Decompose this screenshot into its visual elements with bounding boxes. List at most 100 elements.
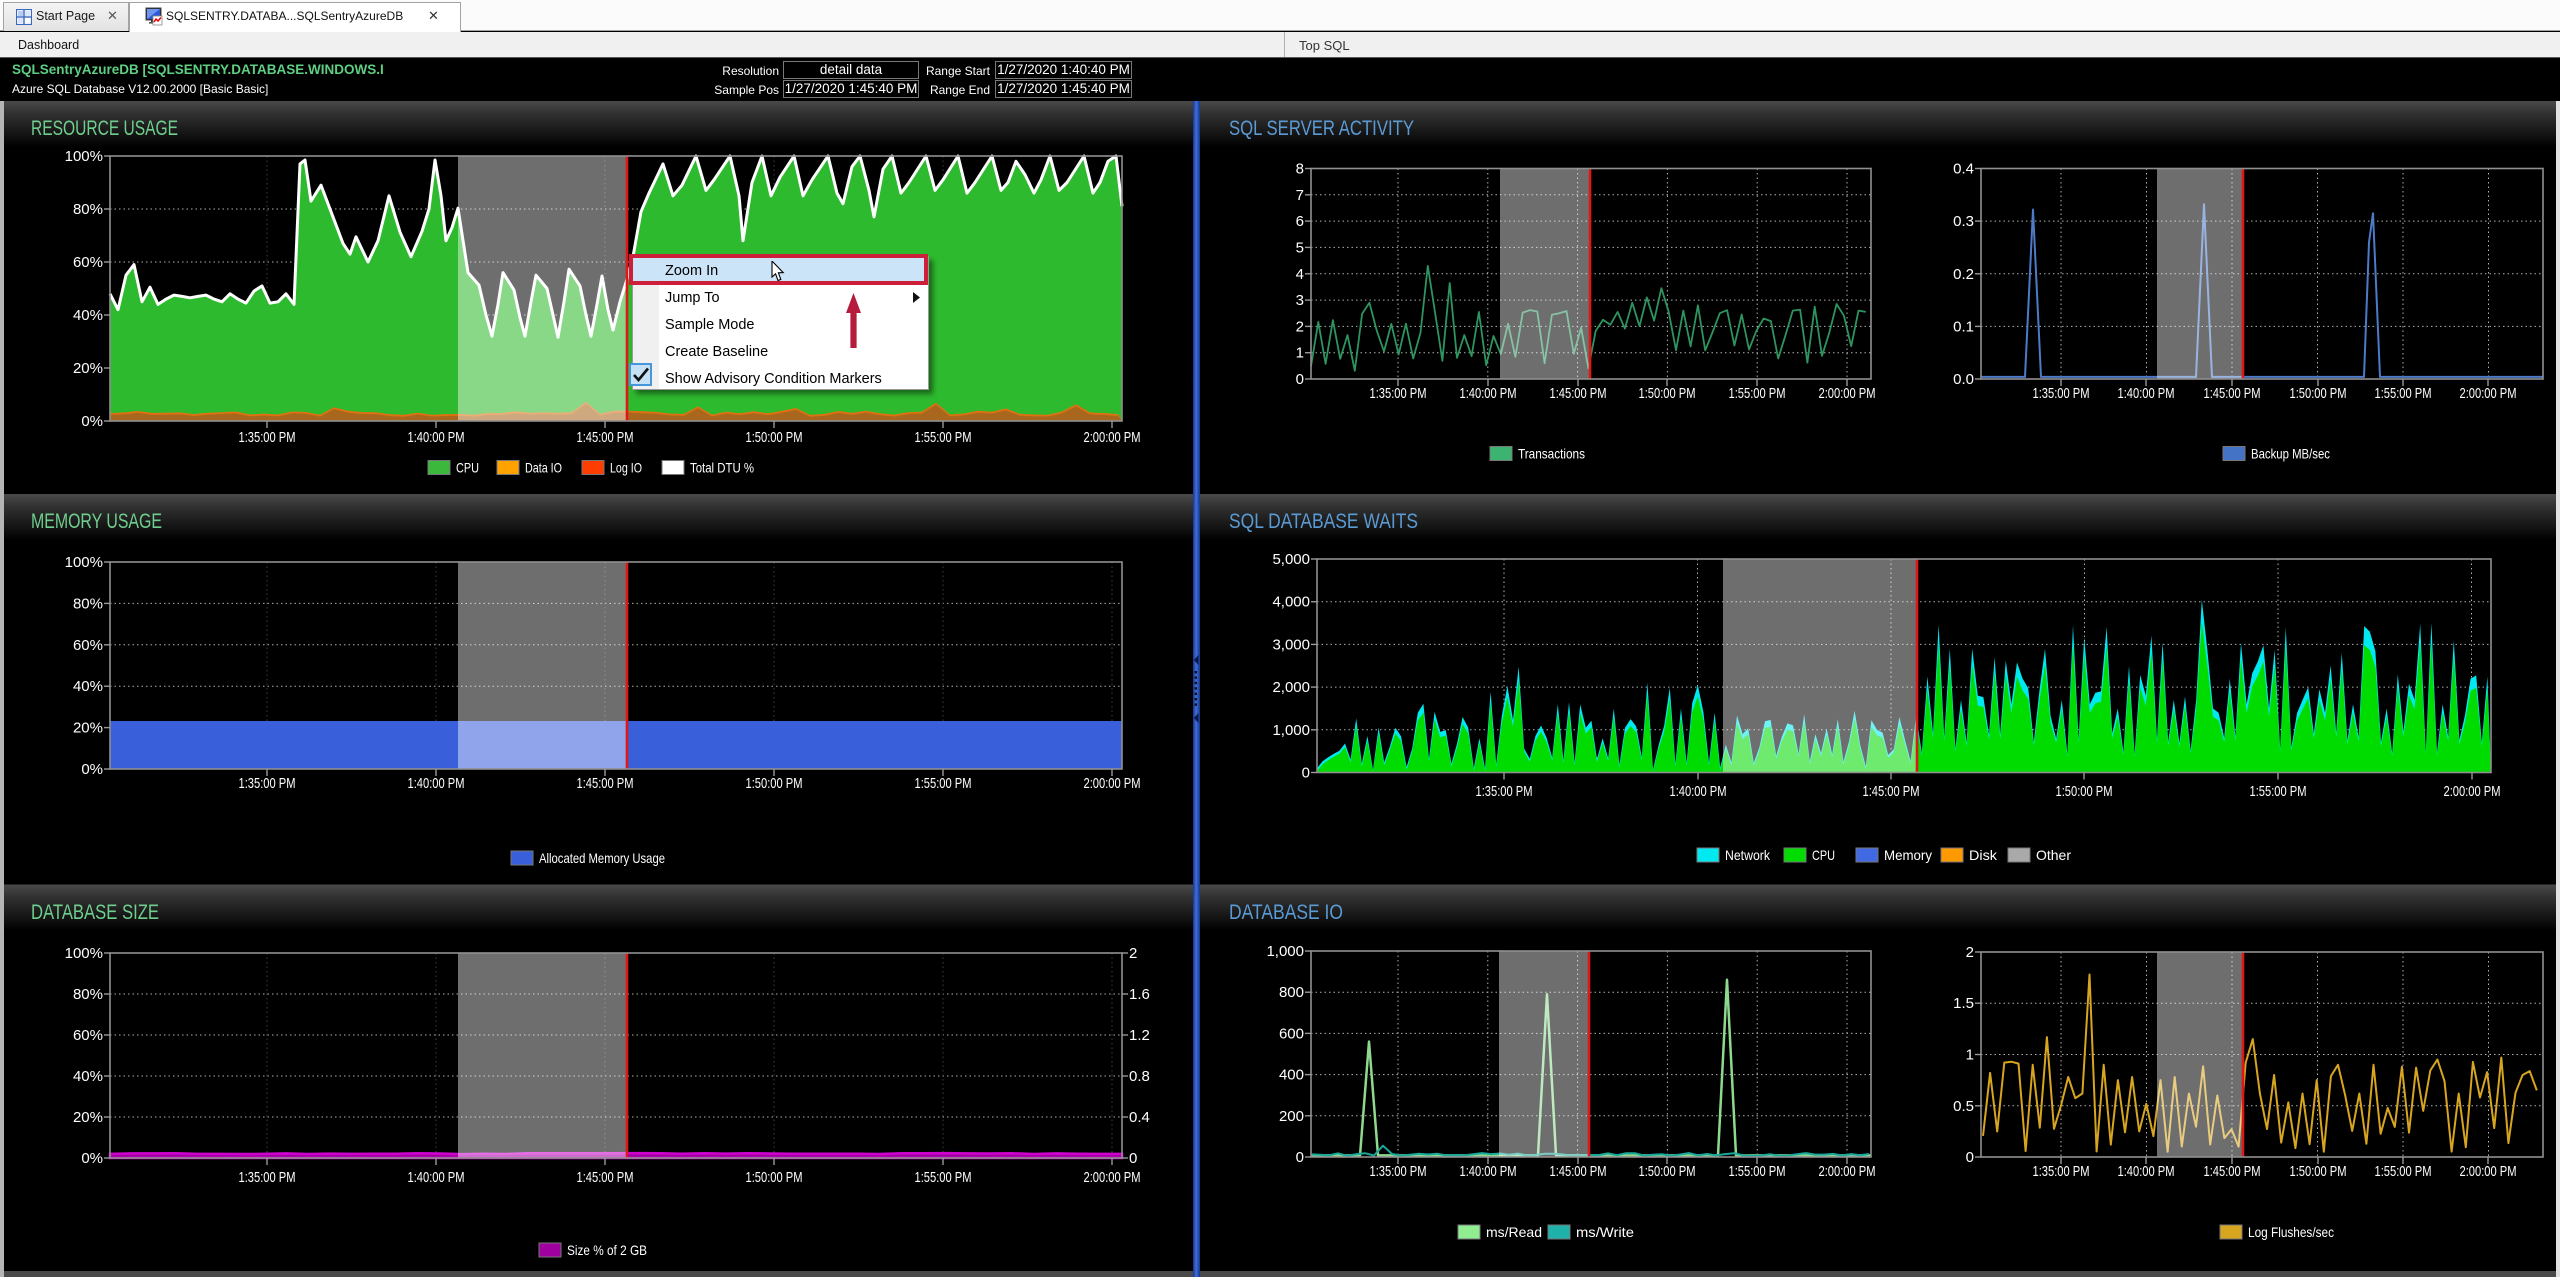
svg-text:80%: 80% [73,201,103,218]
svg-text:1:40:00 PM: 1:40:00 PM [1460,385,1517,402]
svg-text:2:00:00 PM: 2:00:00 PM [2444,783,2501,800]
svg-text:ms/Write: ms/Write [1576,1224,1634,1240]
svg-text:1:55:00 PM: 1:55:00 PM [1729,385,1786,402]
svg-text:5,000: 5,000 [1272,551,1310,568]
svg-text:1: 1 [1966,1047,1974,1064]
svg-text:1:40:00 PM: 1:40:00 PM [408,429,465,446]
svg-text:2: 2 [1966,944,1974,961]
svg-text:20%: 20% [73,1109,103,1126]
svg-text:1:50:00 PM: 1:50:00 PM [2290,385,2347,402]
svg-text:1:50:00 PM: 1:50:00 PM [2056,783,2113,800]
svg-text:Disk: Disk [1969,847,1998,863]
svg-text:6: 6 [1296,213,1304,230]
svg-text:1:40:00 PM: 1:40:00 PM [2118,385,2175,402]
svg-text:0.3: 0.3 [1953,213,1974,230]
svg-text:4: 4 [1296,266,1304,283]
svg-text:1:50:00 PM: 1:50:00 PM [1639,385,1696,402]
svg-text:Backup MB/sec: Backup MB/sec [2251,446,2330,462]
svg-text:1: 1 [1296,345,1304,362]
svg-text:1,000: 1,000 [1266,943,1304,960]
svg-text:0%: 0% [81,1150,103,1167]
svg-text:2:00:00 PM: 2:00:00 PM [1084,429,1141,446]
svg-text:2:00:00 PM: 2:00:00 PM [2460,385,2517,402]
svg-text:8: 8 [1296,161,1304,178]
svg-text:1:50:00 PM: 1:50:00 PM [2290,1163,2347,1180]
svg-text:1:35:00 PM: 1:35:00 PM [2033,385,2090,402]
svg-text:1:55:00 PM: 1:55:00 PM [915,775,972,792]
svg-text:1:50:00 PM: 1:50:00 PM [746,775,803,792]
svg-text:2:00:00 PM: 2:00:00 PM [1084,775,1141,792]
svg-text:0: 0 [1129,1150,1137,1167]
svg-text:100%: 100% [65,554,103,571]
svg-text:1:35:00 PM: 1:35:00 PM [1476,783,1533,800]
svg-text:1:45:00 PM: 1:45:00 PM [1863,783,1920,800]
svg-text:2: 2 [1296,318,1304,335]
svg-text:1:45:00 PM: 1:45:00 PM [1550,385,1607,402]
svg-text:60%: 60% [73,637,103,654]
svg-text:Other: Other [2036,847,2071,863]
svg-text:1:35:00 PM: 1:35:00 PM [1370,1163,1427,1180]
svg-text:1.6: 1.6 [1129,986,1150,1003]
svg-text:400: 400 [1279,1067,1304,1084]
svg-text:1:35:00 PM: 1:35:00 PM [2033,1163,2090,1180]
svg-text:1:35:00 PM: 1:35:00 PM [239,775,296,792]
svg-text:RESOURCE USAGE: RESOURCE USAGE [31,117,178,140]
svg-text:1.5: 1.5 [1953,995,1974,1012]
svg-text:0: 0 [1966,1149,1974,1166]
svg-text:5: 5 [1296,239,1304,256]
svg-text:0.0: 0.0 [1953,371,1974,388]
svg-text:1:50:00 PM: 1:50:00 PM [1639,1163,1696,1180]
svg-text:0: 0 [1302,765,1310,782]
svg-text:1:45:00 PM: 1:45:00 PM [577,1169,634,1186]
svg-text:1:55:00 PM: 1:55:00 PM [2250,783,2307,800]
svg-text:Log IO: Log IO [610,460,642,476]
svg-text:2:00:00 PM: 2:00:00 PM [2460,1163,2517,1180]
svg-text:1:45:00 PM: 1:45:00 PM [1550,1163,1607,1180]
svg-text:1:55:00 PM: 1:55:00 PM [2375,385,2432,402]
svg-text:3: 3 [1296,292,1304,309]
svg-text:7: 7 [1296,187,1304,204]
svg-text:0: 0 [1296,1149,1304,1166]
svg-text:60%: 60% [73,254,103,271]
svg-text:1:45:00 PM: 1:45:00 PM [2204,385,2261,402]
svg-text:MEMORY USAGE: MEMORY USAGE [31,510,162,533]
svg-text:1:50:00 PM: 1:50:00 PM [746,429,803,446]
svg-text:1:55:00 PM: 1:55:00 PM [915,1169,972,1186]
svg-text:1:40:00 PM: 1:40:00 PM [408,1169,465,1186]
svg-text:60%: 60% [73,1027,103,1044]
svg-text:1:35:00 PM: 1:35:00 PM [1370,385,1427,402]
svg-text:2,000: 2,000 [1272,679,1310,696]
svg-text:Allocated Memory Usage: Allocated Memory Usage [539,850,665,866]
svg-text:SQL SERVER ACTIVITY: SQL SERVER ACTIVITY [1229,117,1414,140]
svg-text:Log Flushes/sec: Log Flushes/sec [2248,1224,2334,1240]
svg-text:20%: 20% [73,360,103,377]
svg-text:100%: 100% [65,148,103,165]
svg-text:1,000: 1,000 [1272,722,1310,739]
svg-text:2:00:00 PM: 2:00:00 PM [1819,385,1876,402]
svg-text:DATABASE IO: DATABASE IO [1229,901,1343,924]
svg-text:1:45:00 PM: 1:45:00 PM [577,775,634,792]
svg-text:100%: 100% [65,945,103,962]
svg-text:Transactions: Transactions [1518,446,1585,462]
svg-text:2:00:00 PM: 2:00:00 PM [1819,1163,1876,1180]
svg-text:Network: Network [1725,847,1771,863]
svg-text:40%: 40% [73,307,103,324]
svg-text:Memory: Memory [1884,847,1932,863]
svg-text:SQL DATABASE WAITS: SQL DATABASE WAITS [1229,510,1418,533]
svg-text:3,000: 3,000 [1272,636,1310,653]
svg-text:Size % of 2 GB: Size % of 2 GB [567,1242,647,1258]
svg-text:0%: 0% [81,761,103,778]
svg-text:80%: 80% [73,986,103,1003]
svg-text:Data IO: Data IO [525,460,562,476]
svg-text:Total DTU %: Total DTU % [690,460,754,476]
svg-text:80%: 80% [73,595,103,612]
svg-text:ms/Read: ms/Read [1486,1224,1542,1240]
svg-text:1:40:00 PM: 1:40:00 PM [1670,783,1727,800]
svg-text:0.1: 0.1 [1953,318,1974,335]
svg-text:0%: 0% [81,413,103,430]
svg-text:CPU: CPU [1812,847,1835,863]
svg-text:DATABASE SIZE: DATABASE SIZE [31,901,159,924]
svg-text:20%: 20% [73,720,103,737]
svg-text:1:55:00 PM: 1:55:00 PM [915,429,972,446]
svg-text:CPU: CPU [456,460,479,476]
